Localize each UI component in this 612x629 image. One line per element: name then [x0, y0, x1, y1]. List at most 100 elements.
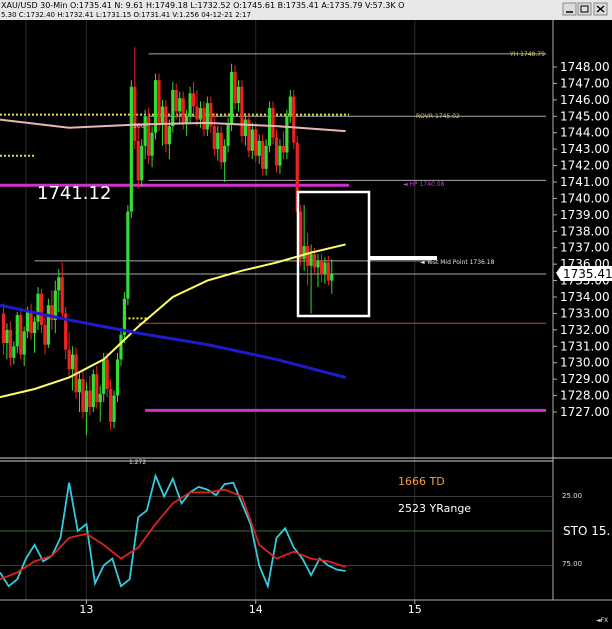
candle-body: [102, 359, 106, 394]
header-quote-line: XAU/USD 30-Min O:1735.41 N: 9.61 H:1749.…: [1, 1, 404, 10]
rovr-label: ROVR 1745.02: [416, 113, 460, 120]
candle-body: [271, 108, 275, 138]
candle-body: [323, 262, 327, 274]
candle-body: [109, 389, 113, 422]
candle-body: [267, 108, 272, 146]
candle-body: [150, 132, 154, 156]
candle-body: [105, 359, 109, 389]
price-tick-label: 1729.00: [560, 372, 610, 386]
price-tick-label: 1730.00: [560, 356, 610, 370]
price-tick-label: 1744.00: [560, 126, 610, 140]
candle-body: [174, 90, 178, 112]
candle-body: [70, 354, 75, 370]
candle-body: [60, 277, 64, 314]
candle-body: [91, 374, 95, 408]
current-price-label: 1735.41: [563, 267, 612, 281]
candle-body: [285, 116, 289, 153]
price-tick-label: 1741.00: [560, 175, 610, 189]
candle-body: [143, 116, 147, 146]
candle-body: [39, 293, 44, 325]
td-label: 1666 TD: [398, 475, 445, 488]
candle-body: [26, 311, 30, 332]
candle-body: [233, 71, 237, 104]
candle-body: [36, 293, 40, 322]
candle-body: [147, 116, 151, 156]
level-500-label: 500: [133, 123, 145, 130]
price-tick-label: 1748.00: [560, 60, 610, 74]
candle-body: [181, 98, 185, 123]
yh-label: YH 1748.79: [509, 51, 545, 58]
candle-body: [236, 86, 241, 104]
chart-canvas: XAU/USD 30-Min O:1735.41 N: 9.61 H:1749.…: [0, 0, 612, 625]
candle-body: [226, 124, 230, 146]
header-last-bar-line: 5.30 C:1732.40 H:1732.41 L:1731.15 O:173…: [1, 11, 251, 19]
price-tick-label: 1727.00: [560, 405, 610, 419]
price-tick-label: 1732.00: [560, 323, 610, 337]
candle-body: [164, 106, 168, 145]
time-tick-label: 15: [408, 603, 422, 616]
candle-body: [88, 390, 92, 408]
sto-tick-75: 75.00: [562, 560, 582, 568]
candle-body: [195, 106, 199, 120]
price-tick-label: 1731.00: [560, 339, 610, 353]
candle-body: [264, 145, 268, 169]
candle-body: [157, 80, 161, 123]
candle-body: [306, 246, 310, 266]
candle-body: [302, 246, 306, 260]
candle-body: [160, 106, 165, 123]
candle-body: [205, 103, 209, 130]
candle-body: [191, 93, 196, 107]
candle-body: [22, 331, 26, 355]
candle-body: [115, 359, 120, 396]
candle-body: [98, 393, 102, 403]
sto-label: STO 15.: [563, 524, 610, 538]
candle-body: [312, 254, 317, 268]
price-tick-label: 1747.00: [560, 76, 610, 90]
candle-body: [84, 390, 89, 412]
price-tick-label: 1740.00: [560, 191, 610, 205]
price-tick-label: 1734.00: [560, 290, 610, 304]
price-tick-label: 1739.00: [560, 208, 610, 222]
yrange-label: 2523 YRange: [398, 502, 471, 515]
candle-body: [57, 277, 61, 291]
candle-body: [126, 211, 130, 299]
candle-body: [281, 145, 286, 153]
candle-body: [198, 108, 203, 120]
candle-body: [223, 145, 227, 163]
candle-body: [299, 211, 303, 260]
price-tick-label: 1743.00: [560, 142, 610, 156]
candle-body: [185, 116, 189, 123]
candle-body: [5, 329, 9, 343]
candle-body: [136, 140, 140, 181]
candle-body: [43, 324, 47, 345]
candle-body: [19, 315, 23, 355]
price-tick-label: 1738.00: [560, 224, 610, 238]
corner-label: ◄FX: [596, 617, 608, 624]
candle-body: [254, 129, 258, 156]
candle-body: [316, 260, 320, 268]
sto-tick-25: 25.00: [562, 492, 582, 500]
candle-body: [95, 374, 99, 403]
candle-body: [112, 395, 116, 422]
candle-body: [140, 145, 144, 181]
candle-body: [261, 140, 265, 169]
time-tick-label: 14: [249, 603, 263, 616]
candle-body: [81, 379, 85, 412]
candle-body: [292, 96, 296, 143]
maximize-icon[interactable]: [577, 2, 592, 16]
close-icon[interactable]: [593, 2, 608, 16]
minimize-icon[interactable]: [562, 2, 577, 16]
candle-body: [240, 86, 244, 136]
candle-body: [216, 132, 220, 150]
candle-body: [133, 86, 137, 141]
candle-body: [167, 126, 171, 145]
candle-body: [309, 254, 313, 266]
candle-body: [202, 108, 206, 130]
candle-body: [178, 98, 182, 112]
price-tick-label: 1745.00: [560, 109, 610, 123]
level-1272-label: 1.272: [129, 459, 146, 466]
candle-body: [330, 274, 334, 281]
candle-body: [129, 86, 133, 212]
candle-body: [257, 140, 261, 156]
candle-body: [212, 126, 216, 150]
